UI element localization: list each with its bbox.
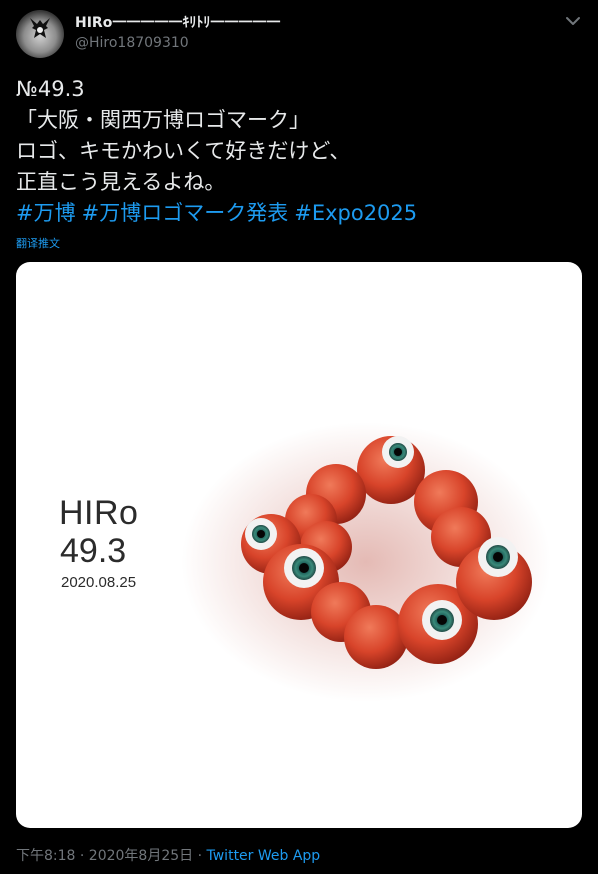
hashtag-link[interactable]: #万博ロゴマーク発表: [82, 201, 289, 225]
media-logo-date: 2020.08.25: [61, 574, 137, 591]
tweet-meta: 下午8:18 · 2020年8月25日 · Twitter Web App: [16, 845, 320, 865]
hashtag-link[interactable]: #Expo2025: [294, 201, 417, 225]
tweet-line: 「大阪・関西万博ロゴマーク」: [16, 108, 310, 132]
avatar-figure-icon: [30, 18, 50, 38]
author-handle[interactable]: @Hiro18709310: [75, 35, 189, 51]
tweet-body: №49.3 「大阪・関西万博ロゴマーク」 ロゴ、キモかわいくて好きだけど、 正直…: [16, 74, 586, 229]
tweet-line: 正直こう見えるよね。: [16, 170, 226, 194]
media-logo-title: HIRo: [59, 494, 139, 532]
tweet-source-link[interactable]: Twitter Web App: [207, 848, 321, 864]
hashtag-link[interactable]: #万博: [16, 201, 76, 225]
tweet-line: №49.3: [16, 77, 85, 101]
eyeball-ring-artwork-icon: [181, 422, 551, 702]
avatar[interactable]: [16, 10, 64, 58]
translate-tweet-link[interactable]: 翻译推文: [16, 235, 60, 251]
media-logo-version: 49.3: [60, 532, 127, 570]
author-display-name[interactable]: HIRo一一一一一ｷﾘﾄﾘ一一一一一: [75, 12, 280, 32]
tweet-line: ロゴ、キモかわいくて好きだけど、: [16, 139, 351, 163]
hashtag-row: #万博 #万博ロゴマーク発表 #Expo2025: [16, 198, 586, 229]
tweet-timestamp[interactable]: 下午8:18 · 2020年8月25日 ·: [16, 848, 207, 864]
chevron-down-icon[interactable]: [564, 12, 582, 30]
tweet-media-image[interactable]: HIRo 49.3 2020.08.25: [16, 262, 582, 828]
